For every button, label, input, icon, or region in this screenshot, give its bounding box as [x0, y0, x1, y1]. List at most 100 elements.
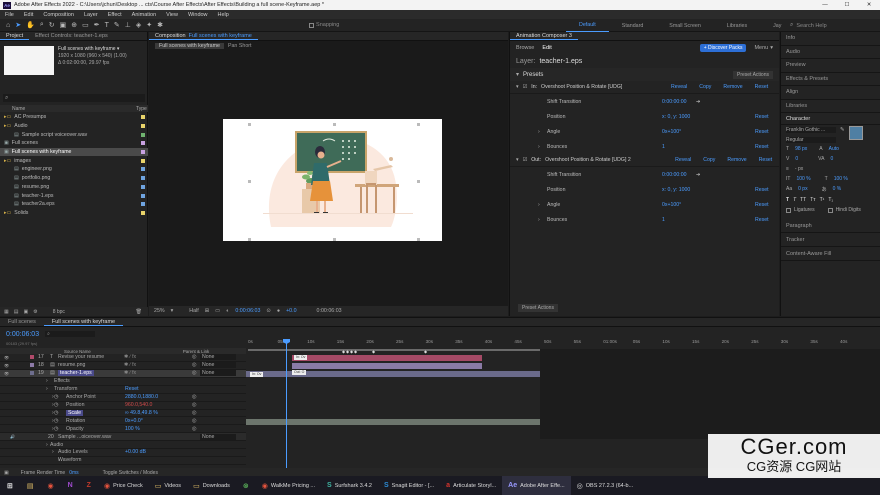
bottom-preset-actions-button[interactable]: Preset Actions: [518, 304, 558, 312]
copy-button[interactable]: Copy: [703, 157, 715, 163]
project-item[interactable]: ▤ portfolio.png: [0, 174, 148, 183]
property-value[interactable]: 0:00:00:00: [662, 172, 687, 178]
project-item[interactable]: ▤ teacher-1.eps: [0, 191, 148, 200]
property-value[interactable]: 0x+100°: [662, 129, 681, 135]
layer-duration-bar[interactable]: [246, 371, 540, 377]
reset-button[interactable]: Reset: [755, 84, 769, 90]
puppet-tool-icon[interactable]: ✱: [157, 21, 163, 29]
remove-button[interactable]: Remove: [727, 157, 746, 163]
chevron-right-icon[interactable]: ›: [538, 129, 540, 135]
layer-row[interactable]: 👁 18 ▤ resume.png ✱ ∕ fx ◎ None: [0, 362, 246, 370]
checkbox-icon[interactable]: [309, 22, 315, 28]
label-color-swatch[interactable]: [141, 202, 145, 207]
workspace-standard[interactable]: Standard: [609, 19, 657, 32]
menu-composition[interactable]: Composition: [38, 12, 79, 18]
pan-behind-tool-icon[interactable]: ⊕: [71, 21, 77, 29]
taskbar-item[interactable]: ◉: [41, 476, 61, 495]
panel-align[interactable]: Align: [781, 86, 880, 100]
layer-row[interactable]: 👁 17 T Revise your resume ✱ ∕ fx ◎ None: [0, 354, 246, 362]
taskbar-item[interactable]: ▭ Downloads: [187, 476, 236, 495]
exposure-value[interactable]: +0.0: [286, 308, 296, 314]
transform-handle[interactable]: [248, 238, 251, 241]
reset-button[interactable]: Reset: [759, 157, 773, 163]
reset-button[interactable]: Reset: [755, 217, 769, 223]
property-value[interactable]: 0x+100°: [662, 202, 681, 208]
property-row[interactable]: › Transform Reset: [0, 386, 246, 394]
property-value[interactable]: 960.0,540.0: [125, 402, 152, 408]
property-value[interactable]: ∞ 49.8,49.8 %: [125, 410, 158, 416]
timeline-search[interactable]: ⌕: [45, 331, 96, 337]
chevron-right-icon[interactable]: ›: [538, 144, 540, 150]
preset-marker-in[interactable]: In: Ov: [250, 372, 264, 377]
reset-button[interactable]: Reset: [755, 202, 769, 208]
project-item[interactable]: ▤ engineer.png: [0, 165, 148, 174]
zoom-tool-icon[interactable]: ⌕: [40, 21, 44, 29]
tab-effect-controls[interactable]: Effect Controls: teacher-1.eps: [29, 32, 114, 40]
property-value[interactable]: x: 0, y: 1000: [662, 187, 690, 193]
panel-audio[interactable]: Audio: [781, 46, 880, 59]
menu-view[interactable]: View: [161, 12, 183, 18]
tab-composition[interactable]: Composition Full scenes with keyframe: [149, 32, 258, 40]
label-color-swatch[interactable]: [141, 124, 145, 129]
parent-select[interactable]: None: [200, 354, 236, 361]
transform-handle[interactable]: [417, 238, 420, 241]
font-family-select[interactable]: Franklin Gothic ...: [786, 127, 836, 133]
menu-window[interactable]: Window: [183, 12, 213, 18]
new-comp-icon[interactable]: ▣: [23, 309, 28, 315]
roto-tool-icon[interactable]: ✦: [146, 21, 152, 29]
taskbar-item[interactable]: N: [61, 476, 80, 495]
property-value[interactable]: 2880.0,1880.0: [125, 394, 158, 400]
ligatures-checkbox[interactable]: [786, 207, 791, 213]
property-row[interactable]: › Audio Levels +0.00 dB: [0, 449, 246, 457]
mask-icon[interactable]: ▭: [215, 308, 220, 314]
all-caps-button[interactable]: TT: [800, 197, 806, 203]
property-row[interactable]: › ◷ Rotation 0x+0.0° ◎: [0, 417, 246, 426]
comp-canvas[interactable]: [223, 119, 442, 241]
label-color-swatch[interactable]: [30, 355, 34, 360]
work-area-bar[interactable]: [248, 349, 540, 351]
leading-value[interactable]: Auto: [829, 146, 839, 152]
fill-color-swatch[interactable]: [848, 126, 863, 140]
parent-select[interactable]: None: [200, 370, 236, 377]
workspace-small-screen[interactable]: Small Screen: [656, 19, 714, 32]
project-item[interactable]: ▤ Sample script voiceover.wav: [0, 130, 148, 139]
stroke-width-value[interactable]: - px: [795, 166, 803, 172]
audio-layer-row[interactable]: 🔊 20 Sample ...oiceover.wav None: [0, 433, 246, 442]
link-icon[interactable]: ◎: [192, 418, 197, 424]
eyedropper-icon[interactable]: ✎: [840, 127, 845, 133]
camera-tool-icon[interactable]: ▣: [60, 21, 67, 29]
interpret-footage-icon[interactable]: ▦: [4, 309, 9, 315]
horizontal-scale-value[interactable]: 100 %: [834, 176, 848, 182]
workspace-libraries[interactable]: Libraries: [714, 19, 760, 32]
transform-handle[interactable]: [333, 238, 336, 241]
small-caps-button[interactable]: Tт: [810, 197, 815, 203]
taskbar-item[interactable]: Ae Adobe After Effe...: [502, 476, 571, 495]
channel-icon[interactable]: ◐: [226, 308, 229, 314]
tab-project[interactable]: Project: [0, 32, 30, 40]
tab-animation-composer[interactable]: Animation Composer 3: [510, 32, 578, 40]
clone-tool-icon[interactable]: ⊥: [125, 21, 131, 29]
keyframe-nav-icon[interactable]: ➔: [696, 99, 700, 105]
preset-marker-out[interactable]: Out: O: [292, 370, 307, 375]
hand-tool-icon[interactable]: ✋: [26, 21, 35, 29]
panel-libraries[interactable]: Libraries: [781, 100, 880, 113]
minimize-button[interactable]: —: [814, 2, 836, 8]
subtab-pan-short[interactable]: Pan Short: [228, 43, 252, 49]
project-item[interactable]: ▣ Full scenes with keyframe: [0, 147, 148, 157]
property-value[interactable]: 1: [662, 144, 665, 150]
label-color-swatch[interactable]: [141, 193, 145, 198]
property-row[interactable]: › Audio: [0, 441, 246, 450]
grid-icon[interactable]: ⊞: [205, 308, 209, 314]
label-color-swatch[interactable]: [141, 141, 145, 146]
link-icon[interactable]: ◎: [192, 402, 197, 408]
rectangle-tool-icon[interactable]: ▭: [82, 21, 89, 29]
preset-actions-button[interactable]: Preset Actions: [733, 70, 773, 79]
taskbar-item[interactable]: a Articulate Storyl...: [440, 476, 502, 495]
switches-icon[interactable]: ✱ ∕ fx: [124, 370, 136, 376]
keyframe-nav-icon[interactable]: ➔: [696, 172, 700, 178]
label-color-swatch[interactable]: [30, 371, 34, 376]
new-folder-icon[interactable]: ▤: [14, 309, 19, 315]
property-value[interactable]: +0.00 dB: [125, 449, 146, 455]
label-color-swatch[interactable]: [30, 363, 34, 368]
visibility-icon[interactable]: 👁: [4, 371, 9, 376]
